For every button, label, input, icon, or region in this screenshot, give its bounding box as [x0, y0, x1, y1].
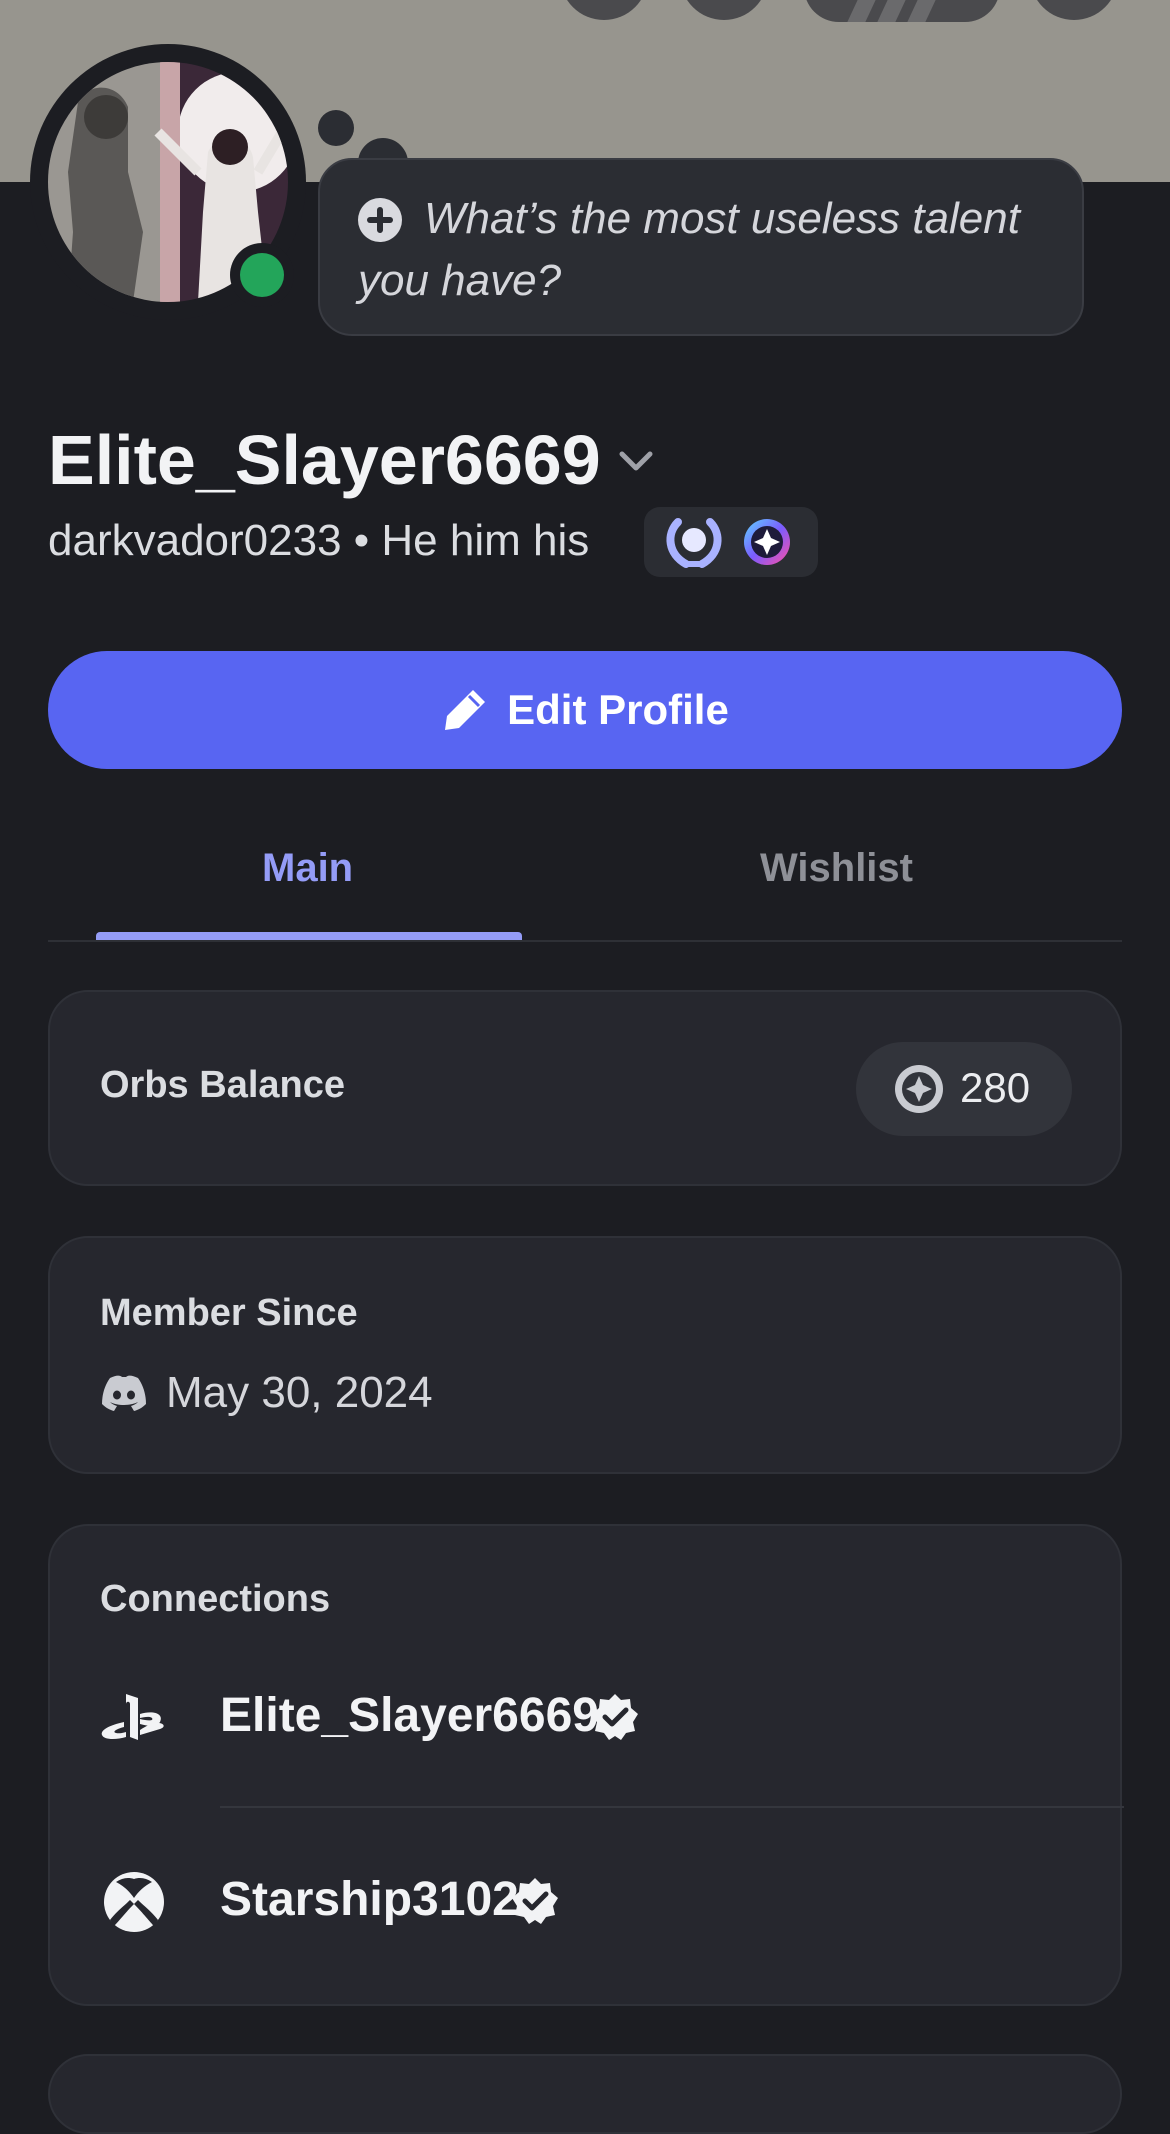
status-prompt: What’s the most useless talent you have?	[358, 194, 1020, 305]
pencil-icon	[445, 690, 486, 730]
connection-row-playstation[interactable]: Elite_Slayer6669	[50, 1656, 1124, 1776]
connection-row-xbox[interactable]: Starship3102	[50, 1840, 1124, 1960]
connection-name: Starship3102	[220, 1873, 519, 1926]
nitro-pill[interactable]	[804, 0, 1000, 22]
edit-profile-label: Edit Profile	[507, 686, 729, 733]
connection-divider	[220, 1806, 1124, 1808]
custom-status-bubble[interactable]: What’s the most useless talent you have?	[318, 158, 1084, 336]
orbs-balance-title: Orbs Balance	[100, 1064, 345, 1106]
connection-name: Elite_Slayer6669	[220, 1689, 599, 1742]
orbs-balance-value: 280	[960, 1064, 1031, 1111]
member-since-date: May 30, 2024	[166, 1368, 433, 1417]
orb-icon	[895, 1065, 943, 1113]
tab-wishlist[interactable]: Wishlist	[760, 846, 913, 891]
next-card-peek	[48, 2054, 1122, 2134]
edit-profile-button[interactable]: Edit Profile	[48, 651, 1122, 769]
discord-icon	[102, 1375, 146, 1411]
username-pronouns: darkvador0233 • He him his	[48, 516, 590, 565]
connections-title: Connections	[100, 1578, 331, 1620]
online-status-icon	[240, 253, 284, 297]
display-name: Elite_Slayer6669	[48, 421, 601, 499]
profile-tabs: Main Wishlist	[48, 820, 1122, 942]
badges-container[interactable]	[644, 507, 818, 577]
orbs-balance-card[interactable]: Orbs Balance 280	[48, 990, 1122, 1186]
member-since-title: Member Since	[100, 1292, 358, 1334]
orbs-badge-icon[interactable]	[742, 517, 792, 567]
verified-icon	[592, 1694, 638, 1740]
laurel-badge-icon[interactable]	[664, 514, 724, 570]
banner-button-left[interactable]	[560, 0, 648, 20]
orbs-balance-pill[interactable]: 280	[856, 1042, 1072, 1136]
connections-card: Connections Elite_Slayer6669 Starship310…	[48, 1524, 1124, 2006]
banner-button-right[interactable]	[1030, 0, 1118, 20]
banner-button-middle[interactable]	[680, 0, 768, 20]
tab-main[interactable]: Main	[262, 846, 353, 891]
tab-active-indicator	[96, 932, 522, 940]
verified-icon	[512, 1878, 558, 1924]
playstation-icon	[101, 1694, 164, 1740]
member-since-card: Member Since May 30, 2024	[48, 1236, 1122, 1474]
chevron-down-icon[interactable]	[616, 446, 656, 476]
xbox-icon	[104, 1872, 164, 1932]
thought-bubble-dot	[318, 110, 354, 146]
